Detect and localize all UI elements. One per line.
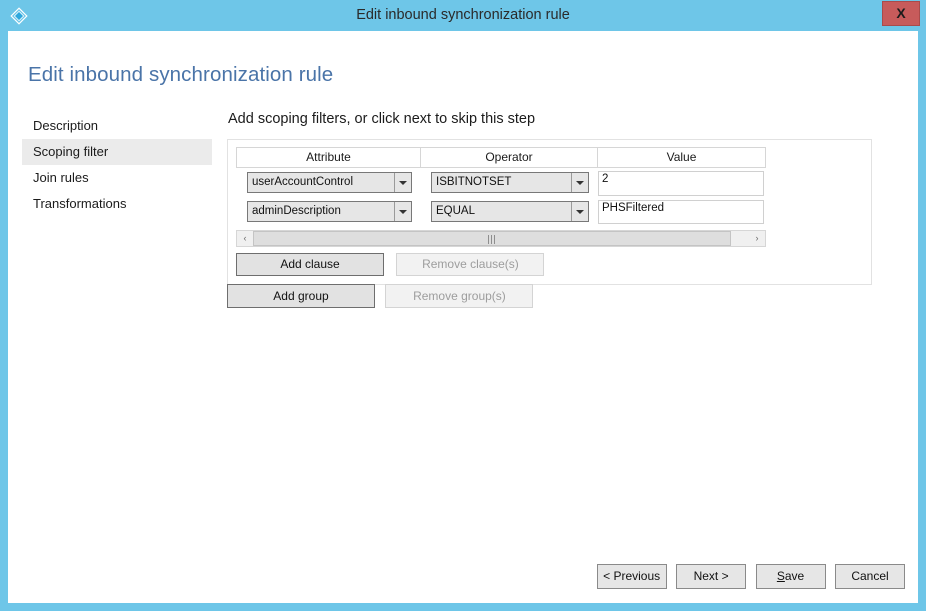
scroll-left-icon[interactable]: ‹	[237, 231, 253, 246]
cell-value: PHSFiltered	[597, 199, 766, 224]
sidebar-item-description[interactable]: Description	[22, 113, 212, 139]
sidebar-item-scoping-filter[interactable]: Scoping filter	[22, 139, 212, 165]
save-button[interactable]: Save	[755, 564, 826, 589]
sidebar-item-label: Description	[33, 118, 99, 133]
title-bar: Edit inbound synchronization rule X	[0, 0, 926, 31]
next-button[interactable]: Next >	[676, 564, 747, 589]
add-clause-button[interactable]: Add clause	[236, 253, 384, 276]
scroll-right-icon[interactable]: ›	[749, 231, 765, 246]
remove-group-button[interactable]: Remove group(s)	[385, 284, 534, 308]
column-header-attribute: Attribute	[237, 148, 421, 167]
sidebar-item-transformations[interactable]: Transformations	[22, 191, 212, 217]
value-input[interactable]: 2	[598, 171, 764, 196]
cell-operator: ISBITNOTSET	[420, 170, 597, 193]
group-button-bar: Add group Remove group(s)	[227, 284, 534, 308]
save-accel-letter: S	[776, 569, 785, 583]
chevron-down-icon[interactable]	[571, 173, 588, 192]
save-label-rest: ave	[784, 569, 805, 583]
table-row: adminDescription EQUAL PHSFiltered	[236, 197, 766, 226]
column-header-value: Value	[666, 150, 697, 164]
sidebar-item-label: Scoping filter	[33, 144, 109, 159]
clause-button-bar: Add clause Remove clause(s)	[236, 253, 545, 276]
operator-select[interactable]: ISBITNOTSET	[431, 172, 589, 193]
clause-group-box: Attribute Operator Value userAccountCont…	[227, 139, 872, 285]
dialog-client-area: Edit inbound synchronization rule Descri…	[8, 31, 918, 603]
wizard-step-nav: Description Scoping filter Join rules Tr…	[22, 113, 212, 217]
window-title: Edit inbound synchronization rule	[356, 7, 570, 23]
clause-grid: Attribute Operator Value userAccountCont…	[236, 147, 766, 226]
column-header-operator: Operator	[421, 148, 598, 167]
cell-operator: EQUAL	[420, 199, 597, 222]
dialog-window: Edit inbound synchronization rule X Edit…	[0, 0, 926, 611]
grid-header-row: Attribute Operator Value	[236, 147, 766, 168]
step-instruction: Add scoping filters, or click next to sk…	[228, 111, 536, 127]
operator-select[interactable]: EQUAL	[431, 201, 589, 222]
close-icon[interactable]: X	[882, 1, 920, 26]
operator-select-value: EQUAL	[436, 205, 475, 217]
attribute-select-value: adminDescription	[252, 205, 341, 217]
cancel-button[interactable]: Cancel	[835, 564, 905, 589]
cell-attribute: adminDescription	[236, 199, 420, 222]
attribute-select-value: userAccountControl	[252, 176, 353, 188]
scrollbar-thumb[interactable]	[253, 231, 731, 246]
scrollbar-grip-icon	[488, 235, 496, 244]
sidebar-item-label: Transformations	[33, 196, 127, 211]
attribute-select[interactable]: adminDescription	[247, 201, 412, 222]
dialog-footer: < Previous Next > Save Cancel	[8, 564, 918, 589]
scrollbar-track[interactable]	[253, 231, 749, 246]
cell-value: 2	[597, 170, 766, 196]
previous-button[interactable]: < Previous	[596, 564, 667, 589]
table-row: userAccountControl ISBITNOTSET 2	[236, 168, 766, 197]
cell-attribute: userAccountControl	[236, 170, 420, 193]
grid-horizontal-scrollbar[interactable]: ‹ ›	[236, 230, 766, 247]
sidebar-item-join-rules[interactable]: Join rules	[22, 165, 212, 191]
chevron-down-icon[interactable]	[394, 202, 411, 221]
add-group-button[interactable]: Add group	[227, 284, 375, 308]
scoping-filter-panel: Add scoping filters, or click next to sk…	[227, 111, 897, 285]
remove-clause-button[interactable]: Remove clause(s)	[396, 253, 545, 276]
operator-select-value: ISBITNOTSET	[436, 176, 512, 188]
sidebar-item-label: Join rules	[33, 170, 89, 185]
attribute-select[interactable]: userAccountControl	[247, 172, 412, 193]
value-input[interactable]: PHSFiltered	[598, 200, 764, 224]
chevron-down-icon[interactable]	[394, 173, 411, 192]
page-title: Edit inbound synchronization rule	[28, 63, 334, 86]
chevron-down-icon[interactable]	[571, 202, 588, 221]
